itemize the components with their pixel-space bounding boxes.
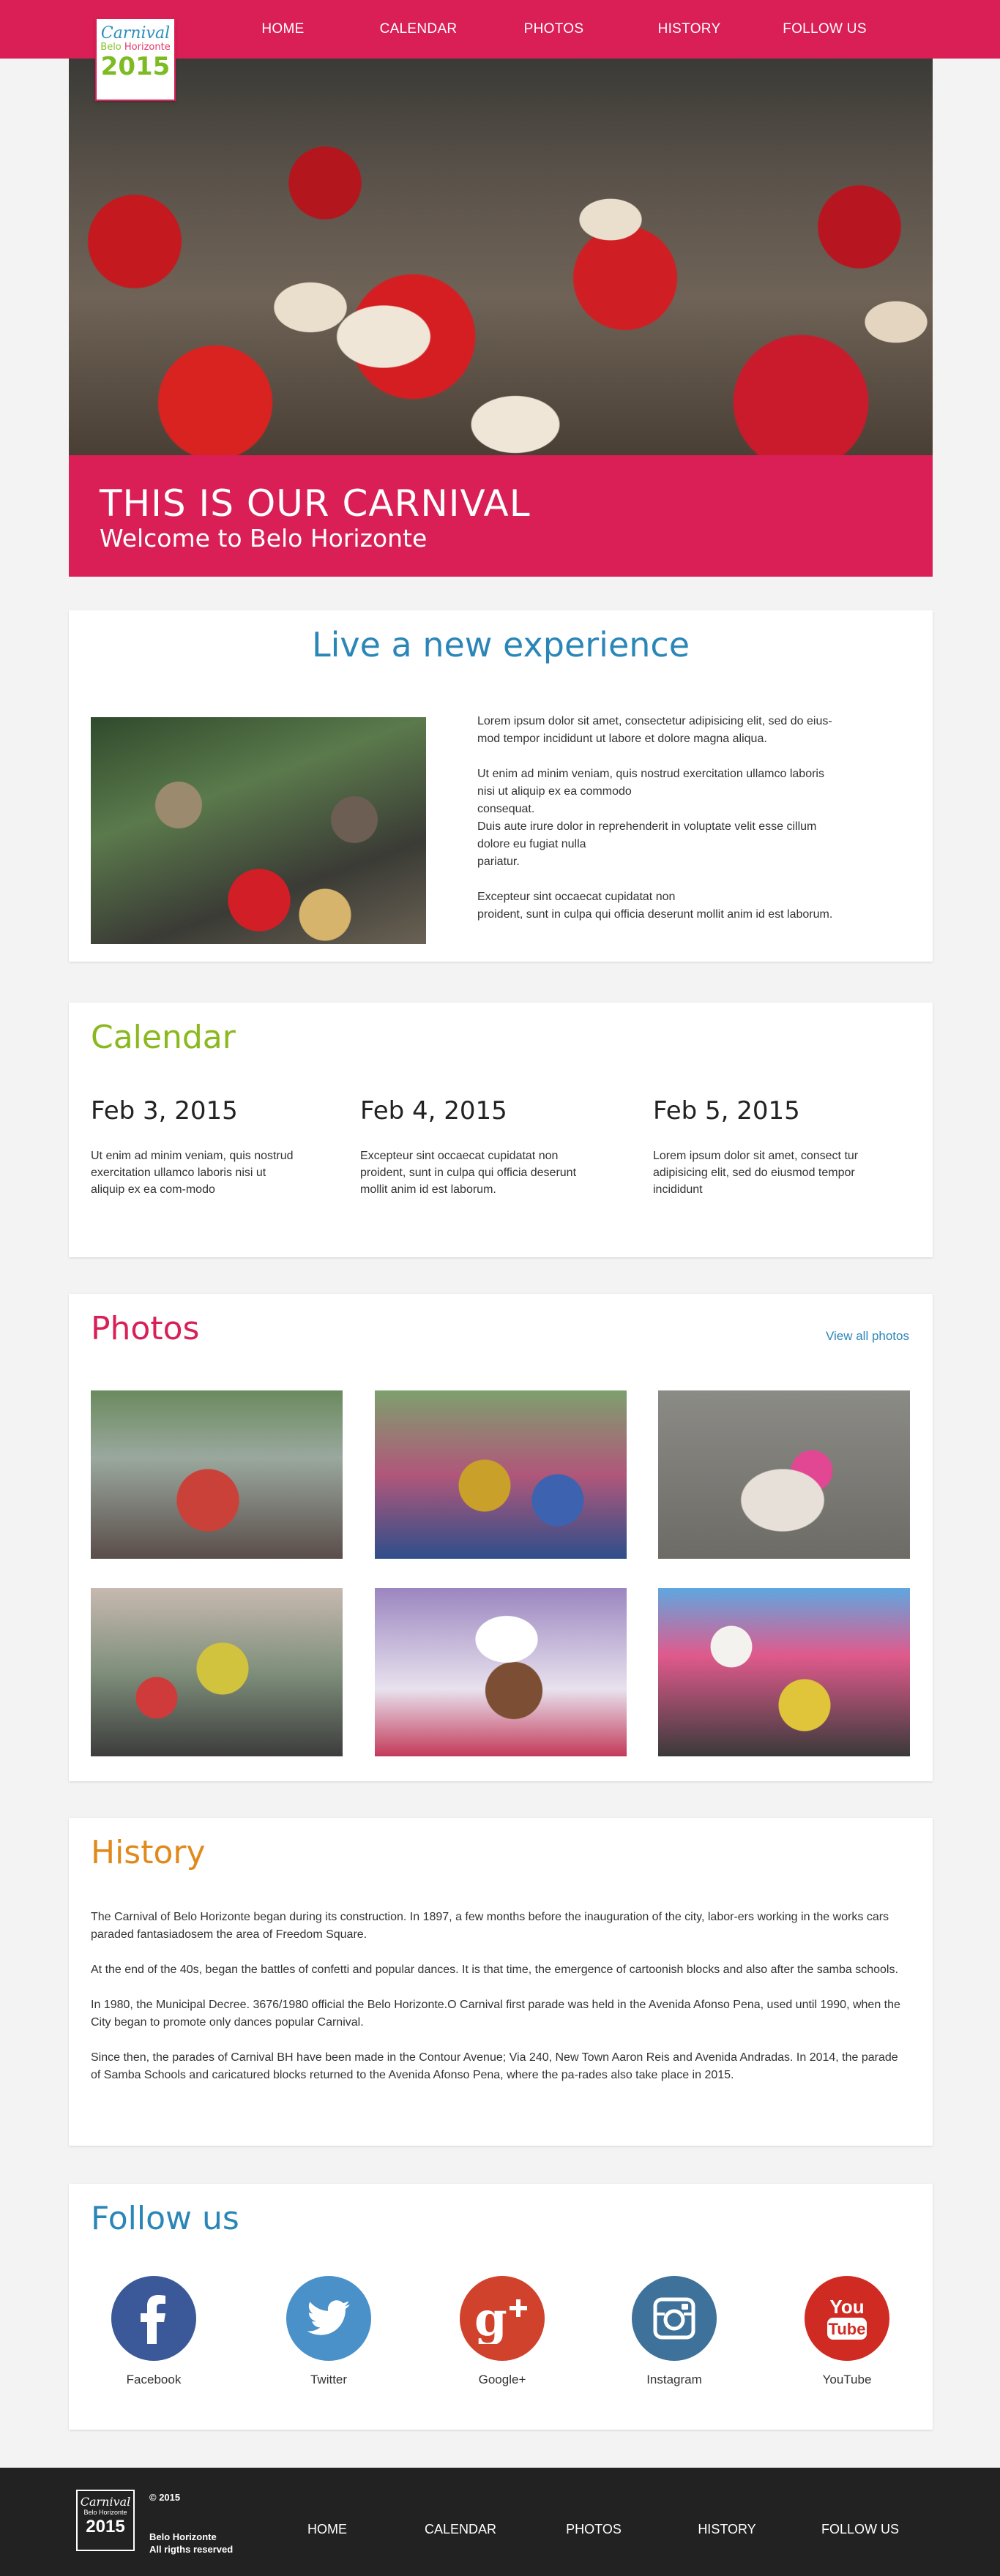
footer-copyright: © 2015 (149, 2492, 181, 2503)
nav-history[interactable]: HISTORY (622, 0, 757, 59)
nav-photos[interactable]: PHOTOS (486, 0, 622, 59)
photo-thumbnail[interactable] (658, 1390, 910, 1559)
history-text: The Carnival of Belo Horizonte began dur… (91, 1909, 907, 2102)
footer-nav-follow-us[interactable]: FOLLOW US (794, 2522, 927, 2537)
photos-title: Photos (91, 1310, 200, 1347)
history-paragraph: The Carnival of Belo Horizonte began dur… (91, 1911, 889, 1941)
view-all-photos-link[interactable]: View all photos (826, 1329, 909, 1344)
footer-logo-line-city: Belo Horizonte (78, 2509, 133, 2516)
footer-address: Belo Horizonte All rigths reserved (149, 2531, 233, 2556)
hero-section: THIS IS OUR CARNIVAL Welcome to Belo Hor… (69, 59, 933, 577)
footer-logo-word-horizonte: Horizonte (99, 2509, 127, 2516)
social-facebook[interactable]: Facebook (95, 2276, 212, 2387)
experience-photo (91, 717, 426, 944)
social-label: YouTube (822, 2373, 872, 2386)
calendar-card: Calendar Feb 3, 2015 Ut enim ad minim ve… (69, 1003, 933, 1257)
history-card: History The Carnival of Belo Horizonte b… (69, 1818, 933, 2146)
google-plus-icon[interactable]: g (460, 2276, 545, 2361)
photo-thumbnail[interactable] (375, 1588, 627, 1756)
footer-nav-photos[interactable]: PHOTOS (527, 2522, 660, 2537)
photo-thumbnail[interactable] (91, 1390, 343, 1559)
hero-banner: THIS IS OUR CARNIVAL Welcome to Belo Hor… (69, 455, 933, 577)
footer: Carnival Belo Horizonte 2015 © 2015 Belo… (0, 2468, 1000, 2576)
social-google-plus[interactable]: g Google+ (444, 2276, 561, 2387)
calendar-desc: Lorem ipsum dolor sit amet, consect tur … (653, 1150, 859, 1196)
svg-text:Tube: Tube (829, 2320, 866, 2338)
calendar-day: Feb 4, 2015 Excepteur sint occaecat cupi… (360, 1096, 594, 1198)
hero-photo (69, 59, 933, 455)
footer-logo[interactable]: Carnival Belo Horizonte 2015 (76, 2490, 135, 2551)
logo-word-belo: Belo (100, 42, 122, 53)
top-navbar: Carnival Belo Horizonte 2015 HOME CALEND… (0, 0, 1000, 101)
calendar-title: Calendar (91, 1019, 236, 1056)
logo-line-carnival: Carnival (100, 24, 171, 42)
follow-title: Follow us (91, 2200, 239, 2237)
social-label: Google+ (478, 2373, 526, 2386)
youtube-icon[interactable]: You Tube (805, 2276, 889, 2361)
main-menu: HOME CALENDAR PHOTOS HISTORY FOLLOW US (215, 0, 892, 59)
experience-card: Live a new experience Lorem ipsum dolor … (69, 610, 933, 962)
svg-text:You: You (829, 2296, 864, 2318)
calendar-day: Feb 3, 2015 Ut enim ad minim veniam, qui… (91, 1096, 296, 1198)
footer-nav-calendar[interactable]: CALENDAR (394, 2522, 527, 2537)
experience-title: Live a new experience (311, 625, 690, 664)
social-twitter[interactable]: Twitter (270, 2276, 387, 2387)
twitter-icon[interactable] (286, 2276, 371, 2361)
footer-nav-history[interactable]: HISTORY (660, 2522, 794, 2537)
photo-thumbnail[interactable] (375, 1390, 627, 1559)
history-paragraph: Since then, the parades of Carnival BH h… (91, 2051, 898, 2081)
calendar-desc: Excepteur sint occaecat cupidatat non pr… (360, 1150, 577, 1196)
calendar-date: Feb 4, 2015 (360, 1096, 507, 1126)
history-title: History (91, 1834, 206, 1871)
calendar-day: Feb 5, 2015 Lorem ipsum dolor sit amet, … (653, 1096, 873, 1198)
follow-card: Follow us Facebook Twitter g Google+ Ins… (69, 2184, 933, 2430)
experience-paragraph: Ut enim ad minim veniam, quis nostrud ex… (477, 768, 824, 868)
instagram-icon[interactable] (632, 2276, 717, 2361)
footer-logo-word-belo: Belo (83, 2509, 97, 2516)
facebook-icon[interactable] (111, 2276, 196, 2361)
calendar-date: Feb 3, 2015 (91, 1096, 238, 1126)
site-logo[interactable]: Carnival Belo Horizonte 2015 (95, 18, 176, 101)
footer-logo-line-carnival: Carnival (80, 2495, 131, 2509)
logo-word-horizonte: Horizonte (124, 42, 171, 53)
footer-address-line: Belo Horizonte (149, 2531, 217, 2542)
nav-home[interactable]: HOME (215, 0, 351, 59)
hero-subtitle: Welcome to Belo Horizonte (100, 524, 428, 553)
logo-line-city: Belo Horizonte (97, 42, 174, 53)
svg-text:g: g (474, 2293, 507, 2344)
experience-text: Lorem ipsum dolor sit amet, consectetur … (477, 713, 887, 941)
history-paragraph: In 1980, the Municipal Decree. 3676/1980… (91, 1999, 900, 2029)
social-instagram[interactable]: Instagram (616, 2276, 733, 2387)
logo-year: 2015 (100, 52, 171, 81)
photos-card: Photos View all photos (69, 1294, 933, 1781)
hero-title: THIS IS OUR CARNIVAL (100, 482, 531, 525)
history-paragraph: At the end of the 40s, began the battles… (91, 1963, 898, 1976)
social-label: Instagram (646, 2373, 702, 2386)
nav-follow-us[interactable]: FOLLOW US (757, 0, 892, 59)
photo-thumbnail[interactable] (91, 1588, 343, 1756)
footer-logo-year: 2015 (86, 2517, 125, 2536)
calendar-desc: Ut enim ad minim veniam, quis nostrud ex… (91, 1150, 294, 1196)
social-label: Twitter (310, 2373, 348, 2386)
social-youtube[interactable]: You Tube YouTube (788, 2276, 906, 2387)
experience-paragraph: Lorem ipsum dolor sit amet, consectetur … (477, 715, 832, 745)
calendar-date: Feb 5, 2015 (653, 1096, 800, 1126)
nav-calendar[interactable]: CALENDAR (351, 0, 486, 59)
experience-paragraph: Excepteur sint occaecat cupidatat non pr… (477, 891, 833, 921)
footer-nav-home[interactable]: HOME (261, 2522, 394, 2537)
photo-thumbnail[interactable] (658, 1588, 910, 1756)
footer-menu: HOME CALENDAR PHOTOS HISTORY FOLLOW US (261, 2522, 927, 2537)
social-label: Facebook (126, 2373, 182, 2386)
footer-address-line: All rigths reserved (149, 2544, 234, 2555)
